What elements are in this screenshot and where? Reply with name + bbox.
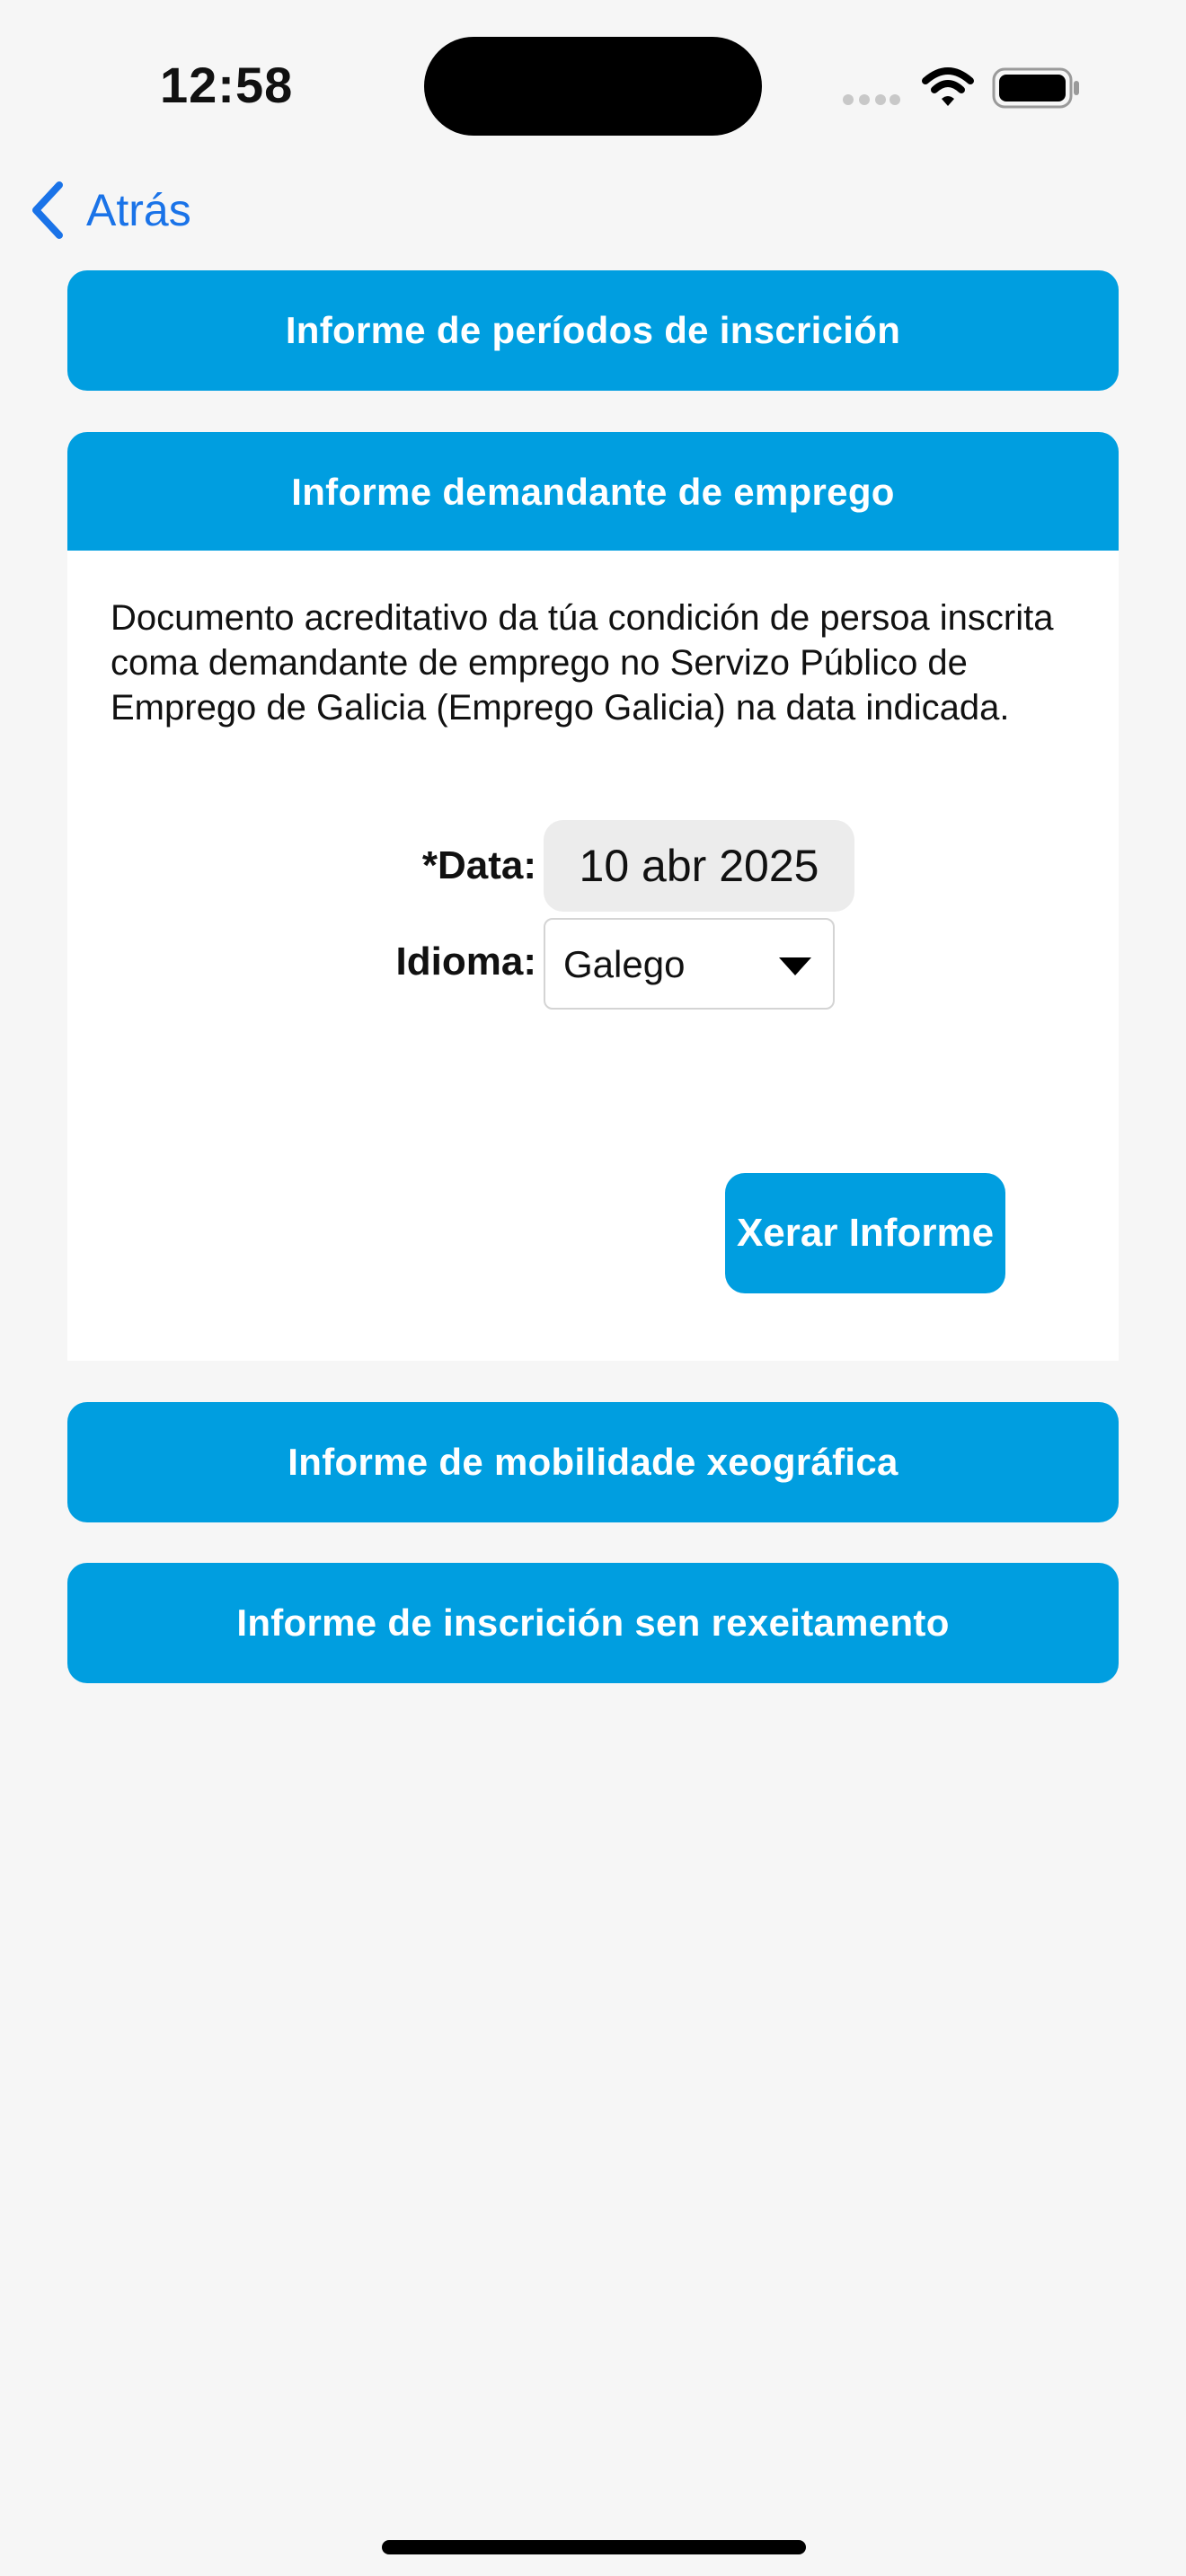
section-mobilidade-xeografica-button[interactable]: Informe de mobilidade xeográfica (67, 1402, 1119, 1522)
back-label: Atrás (86, 185, 191, 235)
back-button[interactable]: Atrás (27, 174, 191, 246)
wifi-icon (922, 67, 974, 106)
home-indicator[interactable] (382, 2540, 806, 2554)
demandante-emprego-panel: Documento acreditativo da túa condición … (67, 551, 1119, 1361)
section-demandante-emprego-button[interactable]: Informe demandante de emprego (67, 432, 1119, 552)
language-value: Galego (563, 943, 686, 985)
date-label: *Data: (421, 843, 536, 887)
section-label: Informe de inscrición sen rexeitamento (236, 1601, 950, 1644)
language-select[interactable]: Galego (544, 918, 835, 1010)
section-periodos-inscricion-button[interactable]: Informe de períodos de inscrición (67, 270, 1119, 391)
battery-icon (992, 67, 1079, 109)
date-picker[interactable]: 10 abr 2025 (544, 820, 854, 912)
language-label: Idioma: (395, 940, 536, 984)
dynamic-island (424, 37, 762, 136)
chevron-left-icon (32, 181, 63, 239)
caret-down-icon (779, 957, 811, 975)
generate-report-button[interactable]: Xerar Informe (725, 1173, 1005, 1293)
signal-dots-icon (843, 94, 900, 105)
date-value: 10 abr 2025 (579, 841, 819, 891)
section-label: Informe de mobilidade xeográfica (288, 1441, 898, 1483)
section-inscricion-sen-rexeitamento-button[interactable]: Informe de inscrición sen rexeitamento (67, 1563, 1119, 1683)
generate-report-label: Xerar Informe (736, 1211, 995, 1255)
section-label: Informe demandante de emprego (291, 471, 895, 513)
status-bar: 12:58 (0, 0, 1186, 171)
section-label: Informe de períodos de inscrición (285, 309, 901, 351)
report-description: Documento acreditativo da túa condición … (111, 598, 1054, 728)
status-time: 12:58 (160, 57, 294, 113)
